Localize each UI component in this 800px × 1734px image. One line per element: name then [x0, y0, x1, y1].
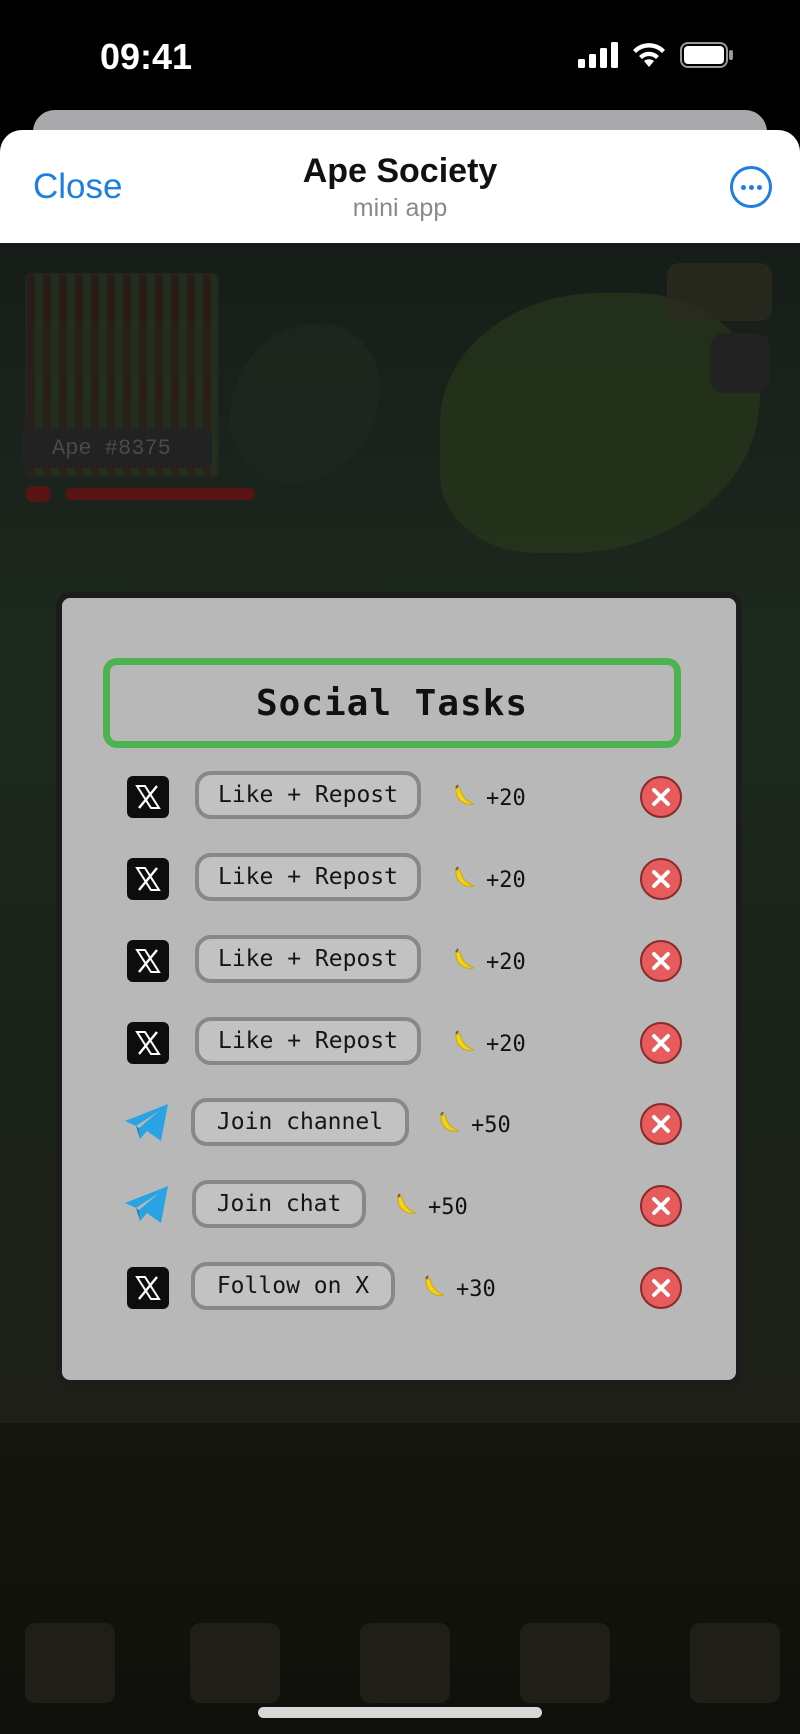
reward-value: +50: [471, 1112, 511, 1138]
task-incomplete-icon[interactable]: [640, 776, 682, 818]
task-reward: +20: [452, 864, 526, 896]
status-icons: [578, 42, 734, 68]
app-title: Ape Society: [302, 152, 498, 190]
task-button[interactable]: Like + Repost: [195, 935, 421, 983]
battery-icon: [680, 42, 733, 68]
task-button[interactable]: Follow on X: [191, 1262, 395, 1310]
banana-icon: [452, 946, 478, 978]
banana-icon: [452, 864, 478, 896]
modal-title-box: Social Tasks: [103, 658, 681, 748]
task-row: Like + Repost +20: [62, 850, 736, 910]
more-options-icon[interactable]: [730, 166, 772, 208]
task-row: Like + Repost +20: [62, 932, 736, 992]
task-reward: +20: [452, 946, 526, 978]
banana-icon: [437, 1109, 463, 1141]
task-incomplete-icon[interactable]: [640, 858, 682, 900]
wifi-icon: [633, 43, 665, 67]
banana-icon: [452, 782, 478, 814]
scroll-nav-icon: [520, 1623, 610, 1703]
x-icon: [127, 1022, 169, 1064]
task-incomplete-icon[interactable]: [640, 1267, 682, 1309]
reward-value: +20: [486, 867, 526, 893]
social-tasks-modal: Social Tasks Like + Repost +20 Like + Repo…: [56, 592, 742, 1386]
telegram-icon: [123, 1101, 171, 1150]
status-time: 09:41: [100, 36, 193, 77]
task-incomplete-icon[interactable]: [640, 1103, 682, 1145]
status-bar: 09:41: [0, 0, 800, 110]
banana-icon: [452, 1028, 478, 1060]
task-button[interactable]: Join chat: [192, 1180, 366, 1228]
mini-app-header: Close Ape Society mini app: [0, 130, 800, 243]
home-nav-icon: [25, 1623, 115, 1703]
task-row: Join chat +50: [62, 1177, 736, 1237]
x-icon: [127, 940, 169, 982]
task-button[interactable]: Like + Repost: [195, 853, 421, 901]
task-row: Like + Repost +20: [62, 1014, 736, 1074]
task-button[interactable]: Like + Repost: [195, 1017, 421, 1065]
task-reward: +50: [437, 1109, 511, 1141]
x-icon: [127, 776, 169, 818]
health-heart-icon: [25, 486, 51, 502]
task-reward: +30: [422, 1273, 496, 1305]
reward-value: +20: [486, 785, 526, 811]
app-subtitle: mini app: [352, 194, 448, 222]
telegram-icon: [123, 1183, 171, 1232]
home-indicator: [258, 1707, 542, 1718]
reward-value: +30: [456, 1276, 496, 1302]
palm-leaves: [440, 293, 760, 553]
banana-icon: [394, 1191, 420, 1223]
task-reward: +20: [452, 782, 526, 814]
health-bar: [65, 488, 255, 500]
gear-icon: [710, 333, 770, 393]
banana-icon: [422, 1273, 448, 1305]
ape-name-label: Ape #8375: [22, 428, 212, 468]
task-button[interactable]: Like + Repost: [195, 771, 421, 819]
reward-value: +20: [486, 1031, 526, 1057]
task-row: Like + Repost +20: [62, 768, 736, 828]
cellular-signal-icon: [578, 42, 618, 68]
profile-nav-icon: [690, 1623, 780, 1703]
task-row: Follow on X +30: [62, 1259, 736, 1319]
task-row: Join channel +50: [62, 1095, 736, 1155]
bird-silhouette: [230, 323, 380, 483]
x-icon: [127, 1267, 169, 1309]
task-reward: +50: [394, 1191, 468, 1223]
reward-value: +50: [428, 1194, 468, 1220]
task-incomplete-icon[interactable]: [640, 940, 682, 982]
task-button[interactable]: Join channel: [191, 1098, 409, 1146]
modal-title: Social Tasks: [255, 682, 529, 724]
x-icon: [127, 858, 169, 900]
task-reward: +20: [452, 1028, 526, 1060]
task-incomplete-icon[interactable]: [640, 1022, 682, 1064]
map-nav-icon: [190, 1623, 280, 1703]
task-incomplete-icon[interactable]: [640, 1185, 682, 1227]
reward-value: +20: [486, 949, 526, 975]
backpack-nav-icon: [360, 1623, 450, 1703]
banana-counter: [667, 263, 772, 321]
